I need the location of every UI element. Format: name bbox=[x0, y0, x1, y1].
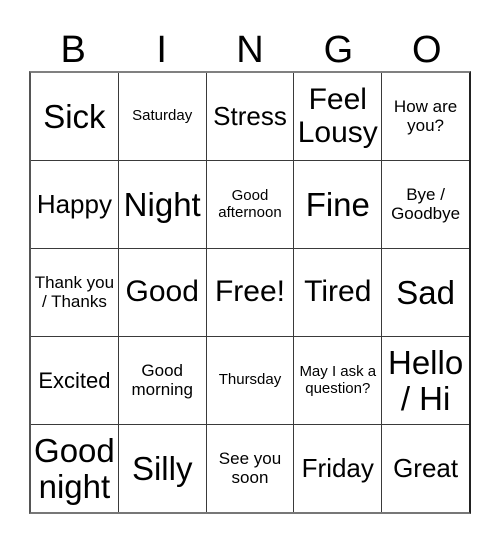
bingo-cell-label: Feel Lousy bbox=[297, 83, 378, 149]
bingo-header-letter-n: N bbox=[236, 29, 264, 71]
bingo-cell[interactable]: Saturday bbox=[118, 73, 207, 160]
bingo-cell-label: Good morning bbox=[131, 361, 193, 399]
bingo-cell[interactable]: See you soon bbox=[206, 425, 295, 512]
bingo-cell-label: Friday bbox=[301, 453, 374, 484]
bingo-cell-label: Sick bbox=[43, 97, 106, 135]
bingo-cell-label: Fine bbox=[305, 185, 370, 223]
bingo-header-letter-g: G bbox=[323, 29, 354, 71]
bingo-row: Happy Night Good afternoon Fine Bye / Go… bbox=[31, 161, 469, 249]
bingo-cell[interactable]: Friday bbox=[294, 425, 383, 512]
bingo-cell[interactable]: Tired bbox=[294, 249, 383, 336]
bingo-cell-label: May I ask a question? bbox=[299, 363, 377, 397]
bingo-cell[interactable]: Hello / Hi bbox=[382, 337, 469, 424]
bingo-row: Sick Saturday Stress Feel Lousy How are … bbox=[31, 73, 469, 161]
bingo-cell-label: Hello / Hi bbox=[387, 343, 464, 417]
bingo-cell[interactable]: Silly bbox=[118, 425, 207, 512]
bingo-row: Good night Silly See you soon Friday Gre… bbox=[31, 425, 469, 512]
bingo-cell[interactable]: Great bbox=[382, 425, 469, 512]
bingo-cell[interactable]: Fine bbox=[294, 161, 383, 248]
bingo-cell-label: See you soon bbox=[218, 449, 282, 487]
bingo-cell[interactable]: Excited bbox=[31, 337, 119, 424]
bingo-cell[interactable]: Night bbox=[118, 161, 207, 248]
bingo-cell-label: Happy bbox=[36, 189, 112, 220]
bingo-grid: Sick Saturday Stress Feel Lousy How are … bbox=[29, 71, 471, 514]
bingo-cell[interactable]: Sad bbox=[382, 249, 469, 336]
bingo-cell-label: Bye / Goodbye bbox=[391, 185, 461, 223]
bingo-cell-label: Thursday bbox=[218, 371, 282, 389]
bingo-cell-label: Good bbox=[125, 275, 199, 309]
bingo-cell[interactable]: Stress bbox=[206, 73, 295, 160]
bingo-cell-label: How are you? bbox=[393, 97, 458, 135]
bingo-cell-label: Free! bbox=[214, 275, 285, 309]
bingo-cell-label: Thank you / Thanks bbox=[34, 273, 115, 311]
bingo-cell[interactable]: Bye / Goodbye bbox=[382, 161, 469, 248]
bingo-cell-label: Saturday bbox=[132, 107, 193, 125]
bingo-row: Thank you / Thanks Good Free! Tired Sad bbox=[31, 249, 469, 337]
bingo-cell[interactable]: Good morning bbox=[118, 337, 207, 424]
bingo-cell-label: Night bbox=[123, 185, 201, 223]
bingo-cell[interactable]: May I ask a question? bbox=[294, 337, 383, 424]
bingo-cell-label: Tired bbox=[304, 275, 372, 309]
bingo-cell[interactable]: Good bbox=[118, 249, 207, 336]
bingo-cell-label: Excited bbox=[38, 367, 111, 393]
bingo-cell[interactable]: How are you? bbox=[382, 73, 469, 160]
bingo-cell[interactable]: Good night bbox=[31, 425, 119, 512]
bingo-cell[interactable]: Feel Lousy bbox=[294, 73, 383, 160]
bingo-header-letter-i: I bbox=[156, 29, 167, 71]
bingo-cell[interactable]: Happy bbox=[31, 161, 119, 248]
bingo-cell[interactable]: Good afternoon bbox=[206, 161, 295, 248]
bingo-row: Excited Good morning Thursday May I ask … bbox=[31, 337, 469, 425]
bingo-cell-label: Good afternoon bbox=[218, 187, 282, 221]
bingo-cell[interactable]: Thank you / Thanks bbox=[31, 249, 119, 336]
bingo-cell-free[interactable]: Free! bbox=[206, 249, 295, 336]
bingo-header: B I N G O bbox=[29, 14, 471, 71]
bingo-card: B I N G O Sick Saturday Stress Feel Lous… bbox=[0, 0, 500, 544]
bingo-cell-label: Silly bbox=[131, 449, 193, 487]
bingo-cell[interactable]: Thursday bbox=[206, 337, 295, 424]
bingo-cell-label: Good night bbox=[34, 431, 115, 505]
bingo-header-letter-o: O bbox=[412, 29, 442, 71]
bingo-cell-label: Great bbox=[393, 453, 459, 484]
bingo-cell-label: Sad bbox=[396, 273, 455, 311]
bingo-cell-label: Stress bbox=[213, 101, 287, 132]
bingo-cell[interactable]: Sick bbox=[31, 73, 119, 160]
bingo-header-letter-b: B bbox=[60, 29, 86, 71]
